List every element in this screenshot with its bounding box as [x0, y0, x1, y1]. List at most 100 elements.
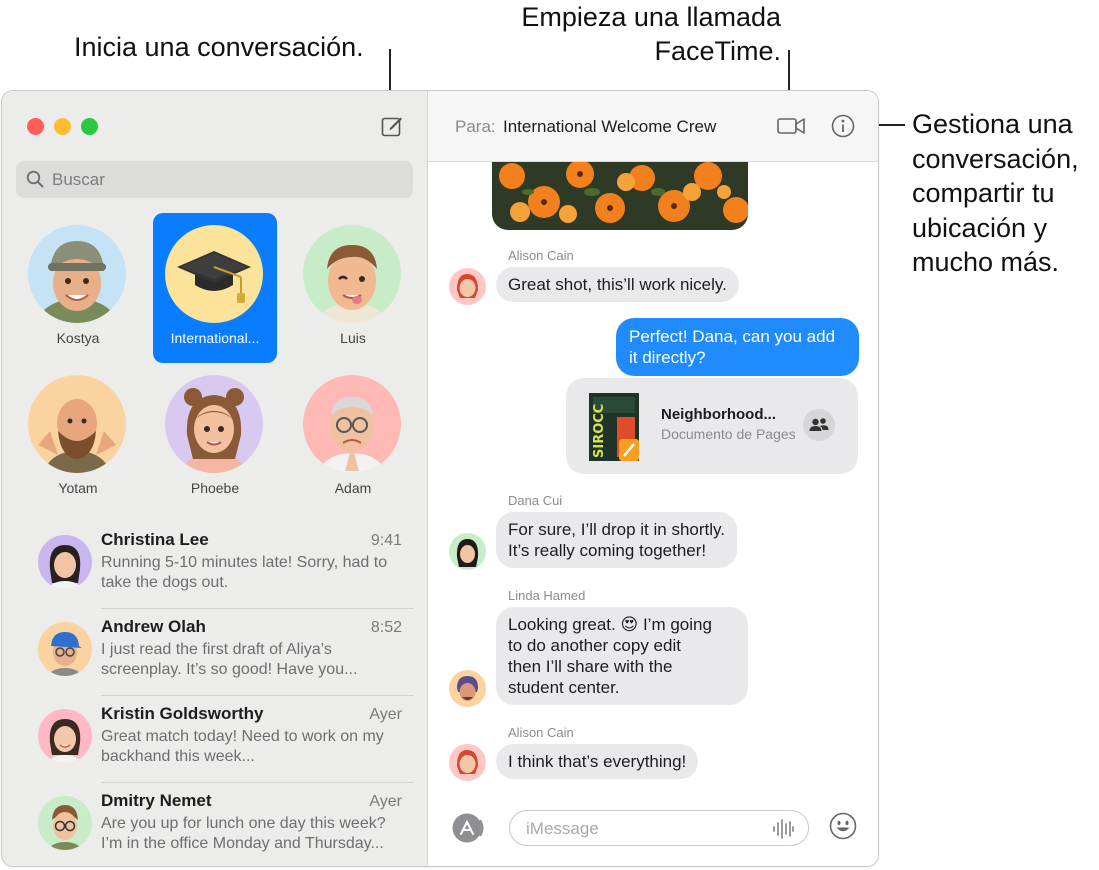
avatar: [303, 375, 401, 473]
maximize-window-button[interactable]: [81, 118, 98, 135]
conversation-preview: Running 5-10 minutes late! Sorry, had to…: [101, 554, 388, 591]
callout-info-line4: ubicación y: [912, 212, 1048, 243]
pinned-luis[interactable]: Luis: [291, 213, 415, 363]
search-field[interactable]: Buscar: [16, 161, 413, 198]
search-icon: [26, 170, 44, 188]
message-line: Looking great. 😍 I’m going: [508, 614, 736, 635]
recipient-name[interactable]: International Welcome Crew: [503, 117, 716, 137]
callout-info-line2: conversación,: [912, 143, 1079, 174]
message-line: then I’ll share with the: [508, 657, 673, 676]
pinned-name: Adam: [334, 480, 372, 496]
message-line: For sure, I’ll drop it in shortly.: [508, 520, 725, 539]
message-text: I’m going: [642, 615, 712, 634]
conversation-kristin-goldsworthy[interactable]: Kristin Goldsworthy Ayer Great match tod…: [30, 696, 414, 783]
callout-facetime: Empieza una llamada FaceTime.: [521, 0, 781, 68]
avatar-dana-cui: [449, 533, 486, 570]
conversation-time: Ayer: [369, 706, 402, 723]
message-placeholder: iMessage: [526, 819, 599, 838]
svg-text:SIROCC: SIROCC: [592, 404, 607, 458]
document-title: Neighborhood...: [661, 406, 776, 423]
pinned-phoebe[interactable]: Phoebe: [153, 363, 277, 513]
pinned-name: Yotam: [58, 480, 98, 496]
message-line: to do another copy edit: [508, 636, 681, 655]
heart-eyes-emoji: 😍: [620, 615, 639, 634]
pinned-kostya[interactable]: Kostya: [16, 213, 140, 363]
pinned-international-welcome-crew[interactable]: International...: [153, 213, 277, 363]
conversation-name: Christina Lee: [101, 530, 209, 549]
callout-info-line5: mucho más.: [912, 247, 1060, 277]
collaborators-icon[interactable]: [803, 409, 835, 441]
avatar: [28, 225, 126, 323]
to-label: Para:: [455, 117, 496, 136]
message-bubble-incoming[interactable]: Looking great. 😍 I’m going to do another…: [496, 607, 748, 705]
message-line: It’s really coming together!: [508, 541, 707, 560]
avatar: [165, 375, 263, 473]
pinned-name: Kostya: [56, 330, 100, 346]
conversation-name: Andrew Olah: [101, 617, 206, 636]
pinned-adam[interactable]: Adam: [291, 363, 415, 513]
pages-document-attachment[interactable]: SIROCC Neighborhood... Documento de Page…: [566, 378, 858, 474]
conversation-time: 9:41: [370, 532, 402, 549]
avatar-alison-cain: [449, 268, 486, 305]
conversation-preview: I just read the first draft of Aliya’s s…: [101, 641, 358, 678]
app-store-icon[interactable]: [451, 812, 485, 844]
avatar: [38, 622, 92, 676]
conversation-name: Kristin Goldsworthy: [101, 704, 264, 723]
message-bubble-incoming[interactable]: I think that’s everything!: [496, 744, 699, 779]
document-thumbnail-icon: SIROCC: [589, 393, 639, 461]
conversation-dmitry-nemet[interactable]: Dmitry Nemet Ayer Are you up for lunch o…: [30, 783, 414, 866]
pinned-yotam[interactable]: Yotam: [16, 363, 140, 513]
conversation-time: Ayer: [369, 793, 402, 810]
avatar: [28, 375, 126, 473]
callout-info-line3: compartir tu: [912, 178, 1055, 208]
message-input[interactable]: iMessage: [509, 810, 809, 846]
pinned-name: International...: [170, 330, 260, 346]
close-window-button[interactable]: [27, 118, 44, 135]
search-placeholder: Buscar: [52, 170, 105, 189]
message-compose-bar: iMessage: [428, 799, 878, 857]
avatar-alison-cain: [449, 744, 486, 781]
callout-facetime-line2: FaceTime.: [654, 36, 781, 66]
document-type: Documento de Pages: [661, 426, 796, 442]
message-text: Looking great.: [508, 615, 616, 634]
video-camera-icon[interactable]: [777, 116, 805, 136]
sender-name: Alison Cain: [508, 248, 574, 263]
sidebar: Buscar Kostya International... Luis Yota…: [2, 91, 428, 866]
info-icon[interactable]: [831, 114, 855, 138]
avatar-linda-hamed: [449, 670, 486, 707]
sender-name: Dana Cui: [508, 493, 563, 508]
pinned-name: Luis: [340, 330, 366, 346]
messages-window: Buscar Kostya International... Luis Yota…: [1, 90, 879, 867]
message-line: Perfect! Dana, can you add: [629, 327, 836, 346]
sender-name: Alison Cain: [508, 725, 574, 740]
emoji-icon[interactable]: [829, 812, 857, 840]
callout-start-conversation: Inicia una conversación.: [74, 32, 364, 62]
conversation-time: 8:52: [370, 619, 402, 636]
conversation-christina-lee[interactable]: Christina Lee 9:41 Running 5-10 minutes …: [30, 522, 414, 609]
avatar: [38, 796, 92, 850]
minimize-window-button[interactable]: [54, 118, 71, 135]
conversation-header: Para: International Welcome Crew: [428, 91, 878, 162]
avatar: [38, 709, 92, 763]
pinned-name: Phoebe: [190, 480, 240, 496]
callout-info-line1: Gestiona una: [912, 109, 1073, 139]
avatar: [303, 225, 401, 323]
conversation-andrew-olah[interactable]: Andrew Olah 8:52 I just read the first d…: [30, 609, 414, 696]
message-bubble-incoming[interactable]: Great shot, this’ll work nicely.: [496, 267, 739, 302]
callout-manage-conversation: Gestiona una conversación, compartir tu …: [912, 107, 1079, 280]
message-line: student center.: [508, 678, 620, 697]
avatar: [38, 535, 92, 589]
conversation-name: Dmitry Nemet: [101, 791, 212, 810]
avatar: [165, 225, 263, 323]
conversation-preview: Are you up for lunch one day this week? …: [101, 815, 386, 852]
conversation-view: Para: International Welcome Crew Alison …: [428, 91, 878, 866]
audio-waveform-icon[interactable]: [772, 818, 794, 840]
callout-facetime-line1: Empieza una llamada: [521, 2, 781, 32]
conversation-preview: Great match today! Need to work on my ba…: [101, 728, 384, 765]
sender-name: Linda Hamed: [508, 588, 586, 603]
compose-icon[interactable]: [380, 114, 404, 138]
photo-attachment[interactable]: [492, 162, 748, 230]
message-line: it directly?: [629, 348, 706, 367]
message-bubble-outgoing[interactable]: Perfect! Dana, can you add it directly?: [616, 318, 859, 376]
message-bubble-incoming[interactable]: For sure, I’ll drop it in shortly. It’s …: [496, 512, 737, 568]
